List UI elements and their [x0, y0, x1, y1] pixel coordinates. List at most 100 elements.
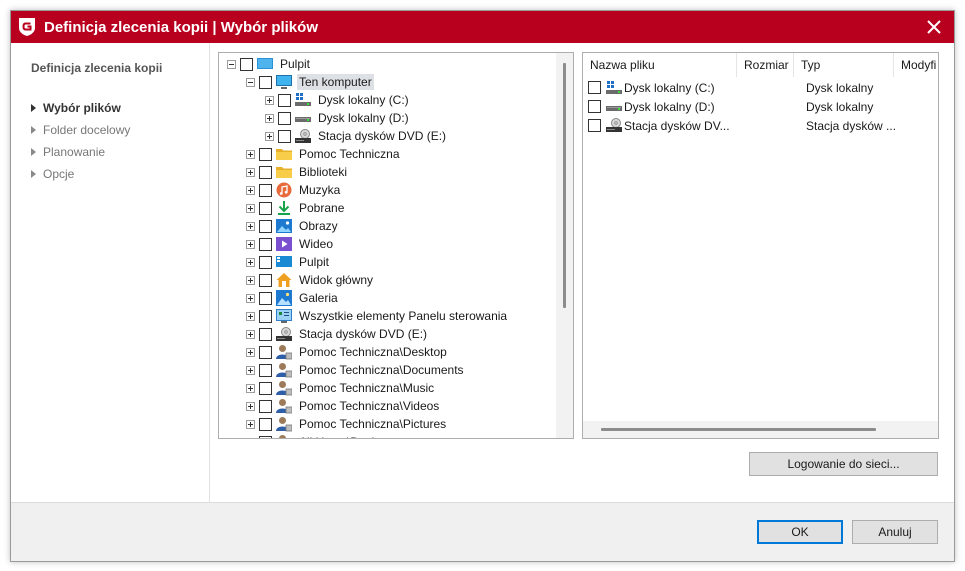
cancel-button[interactable]: Anuluj [852, 520, 938, 544]
file-row-checkbox[interactable] [588, 119, 601, 132]
tree-item[interactable]: Pomoc Techniczna\Music [246, 379, 436, 397]
tree-item-checkbox[interactable] [259, 201, 272, 215]
expand-icon[interactable] [246, 221, 255, 231]
tree-item-checkbox[interactable] [259, 309, 272, 323]
expand-icon[interactable] [246, 437, 255, 438]
tree-item-checkbox[interactable] [240, 57, 253, 71]
tree-item[interactable]: Dysk lokalny (C:) [265, 91, 411, 109]
tree-item-checkbox[interactable] [259, 165, 272, 179]
windows-drive-icon [295, 92, 311, 108]
expand-icon[interactable] [246, 383, 255, 393]
tree-item-checkbox[interactable] [259, 417, 272, 431]
expand-icon[interactable] [246, 311, 255, 321]
file-row-checkbox[interactable] [588, 100, 601, 113]
file-name-cell: Stacja dysków DV... [624, 118, 730, 133]
tree-item-checkbox[interactable] [259, 327, 272, 341]
tree-item-label: Dysk lokalny (D:) [318, 111, 409, 125]
tree-item[interactable]: Pomoc Techniczna\Pictures [246, 415, 448, 433]
tree-item[interactable]: Pomoc Techniczna\Videos [246, 397, 441, 415]
expand-icon[interactable] [246, 203, 255, 213]
windows-drive-icon [606, 80, 622, 96]
expand-icon[interactable] [246, 293, 255, 303]
expand-icon[interactable] [246, 365, 255, 375]
tree-item-checkbox[interactable] [259, 147, 272, 161]
tree-item[interactable]: Stacja dysków DVD (E:) [265, 127, 448, 145]
tree-item[interactable]: Pomoc Techniczna\Desktop [246, 343, 449, 361]
tree-item-checkbox[interactable] [259, 237, 272, 251]
tree-item-checkbox[interactable] [259, 219, 272, 233]
tree-item-checkbox[interactable] [278, 93, 291, 107]
expand-icon[interactable] [246, 419, 255, 429]
tree-item-label: Pomoc Techniczna\Desktop [299, 345, 447, 359]
network-login-button[interactable]: Logowanie do sieci... [749, 452, 938, 476]
expand-icon[interactable] [265, 95, 274, 105]
tree-item[interactable]: Ten komputer [246, 73, 374, 91]
tree-item[interactable]: Pomoc Techniczna [246, 145, 402, 163]
tree-item-checkbox[interactable] [259, 183, 272, 197]
close-icon[interactable] [922, 15, 946, 39]
tree-item[interactable]: Galeria [246, 289, 340, 307]
tree-item-checkbox[interactable] [278, 111, 291, 125]
step-options[interactable]: Opcje [31, 163, 130, 185]
control-panel-icon [276, 308, 292, 324]
collapse-icon[interactable] [246, 77, 255, 87]
tree-item[interactable]: Pulpit [227, 55, 312, 73]
scrollbar-thumb[interactable] [563, 63, 566, 308]
ok-button[interactable]: OK [757, 520, 843, 544]
tree-item-checkbox[interactable] [259, 381, 272, 395]
folder-tree[interactable]: All Users\Desktop Pomoc Techniczna\Pictur… [218, 52, 574, 439]
tree-item[interactable]: All Users\Desktop [246, 433, 396, 438]
tree-item[interactable]: Biblioteki [246, 163, 349, 181]
expand-icon[interactable] [246, 185, 255, 195]
file-row-checkbox[interactable] [588, 81, 601, 94]
file-list-row[interactable]: Dysk lokalny (C:) Dysk lokalny [583, 78, 906, 97]
column-header-name[interactable]: Nazwa pliku [583, 53, 737, 77]
expand-icon[interactable] [246, 401, 255, 411]
tree-item[interactable]: Dysk lokalny (D:) [265, 109, 411, 127]
tree-item[interactable]: Wszystkie elementy Panelu sterowania [246, 307, 509, 325]
file-list-row[interactable]: Stacja dysków DV... Stacja dysków ... [583, 116, 906, 135]
step-schedule[interactable]: Planowanie [31, 141, 130, 163]
tree-item-checkbox[interactable] [278, 129, 291, 143]
tree-item-checkbox[interactable] [259, 255, 272, 269]
file-list[interactable]: Nazwa pliku Rozmiar Typ Modyfi Dysk loka… [582, 52, 939, 439]
tree-item[interactable]: Muzyka [246, 181, 342, 199]
tree-item-label: Pomoc Techniczna\Documents [299, 363, 464, 377]
list-horizontal-scrollbar[interactable] [583, 421, 938, 438]
tree-item[interactable]: Obrazy [246, 217, 340, 235]
expand-icon[interactable] [246, 239, 255, 249]
column-header-modified[interactable]: Modyfi [894, 53, 938, 77]
download-icon [276, 200, 292, 216]
file-list-row[interactable]: Dysk lokalny (D:) Dysk lokalny [583, 97, 906, 116]
expand-icon[interactable] [265, 113, 274, 123]
tree-item-checkbox[interactable] [259, 75, 272, 89]
expand-icon[interactable] [265, 131, 274, 141]
expand-icon[interactable] [246, 347, 255, 357]
tree-item-checkbox[interactable] [259, 399, 272, 413]
tree-item[interactable]: Wideo [246, 235, 335, 253]
tree-item[interactable]: Stacja dysków DVD (E:) [246, 325, 429, 343]
tree-vertical-scrollbar[interactable] [556, 53, 573, 438]
expand-icon[interactable] [246, 275, 255, 285]
tree-item[interactable]: Pobrane [246, 199, 346, 217]
collapse-icon[interactable] [227, 59, 236, 69]
step-target-folder[interactable]: Folder docelowy [31, 119, 130, 141]
step-file-selection[interactable]: Wybór plików [31, 97, 130, 119]
wizard-sidebar: Definicja zlecenia kopii Wybór plików Fo… [11, 43, 210, 502]
triangle-right-icon [31, 126, 36, 134]
tree-item-checkbox[interactable] [259, 435, 272, 438]
column-header-type[interactable]: Typ [794, 53, 894, 77]
tree-item-checkbox[interactable] [259, 291, 272, 305]
tree-item[interactable]: Pulpit [246, 253, 331, 271]
tree-item-checkbox[interactable] [259, 345, 272, 359]
expand-icon[interactable] [246, 257, 255, 267]
expand-icon[interactable] [246, 167, 255, 177]
scrollbar-thumb[interactable] [601, 428, 876, 431]
tree-item-checkbox[interactable] [259, 363, 272, 377]
tree-item[interactable]: Pomoc Techniczna\Documents [246, 361, 466, 379]
expand-icon[interactable] [246, 149, 255, 159]
tree-item-checkbox[interactable] [259, 273, 272, 287]
tree-item[interactable]: Widok główny [246, 271, 375, 289]
expand-icon[interactable] [246, 329, 255, 339]
column-header-size[interactable]: Rozmiar [737, 53, 794, 77]
